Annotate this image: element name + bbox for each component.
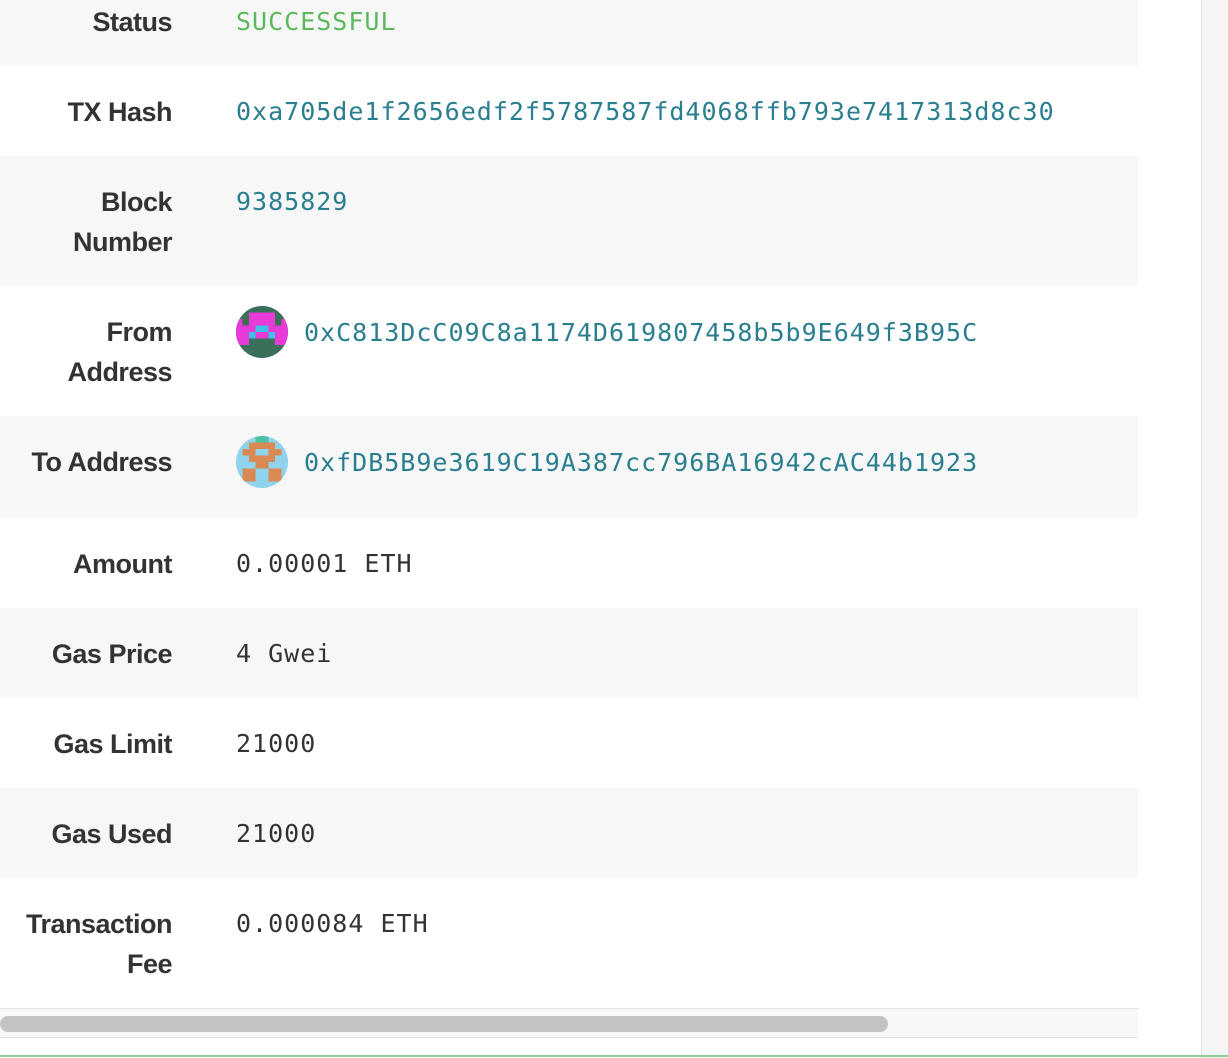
tx-hash-link[interactable]: 0xa705de1f2656edf2f5787587fd4068ffb793e7… — [236, 92, 1055, 132]
gas-used-row: Gas Used 21000 — [0, 788, 1138, 878]
block-number-label-line1: Block — [100, 187, 173, 217]
gas-used-label: Gas Used — [51, 819, 172, 849]
gas-limit-label: Gas Limit — [53, 729, 172, 759]
from-address-link[interactable]: 0xC813DcC09C8a1174D619807458b5b9E649f3B9… — [304, 318, 978, 347]
transaction-fee-label-line1: Transaction — [25, 909, 173, 939]
from-address-row: From Address 0xC813DcC09C8a1174D61980745… — [0, 286, 1138, 416]
gas-limit-value: 21000 — [236, 729, 317, 758]
amount-label: Amount — [73, 549, 172, 579]
horizontal-scrollbar[interactable] — [0, 1008, 1138, 1038]
block-number-link[interactable]: 9385829 — [236, 182, 348, 222]
amount-value: 0.00001 ETH — [236, 549, 413, 578]
status-value: SUCCESSFUL — [236, 7, 397, 36]
transaction-fee-row: Transaction Fee 0.000084 ETH — [0, 878, 1138, 1008]
gas-price-value: 4 Gwei — [236, 639, 333, 668]
to-address-label: To Address — [31, 447, 172, 477]
gas-used-value: 21000 — [236, 819, 317, 848]
to-address-group[interactable]: 0xfDB5B9e3619C19A387cc796BA16942cAC44b19… — [236, 436, 978, 488]
to-address-row: To Address 0xfDB5B9e3619C19A387cc796BA16… — [0, 416, 1138, 518]
from-address-label-line1: From — [106, 317, 173, 347]
identicon-avatar-to — [236, 436, 288, 488]
transaction-fee-value: 0.000084 ETH — [236, 909, 429, 938]
block-number-row: Block Number 9385829 — [0, 156, 1138, 286]
status-label: Status — [92, 7, 172, 37]
gas-limit-row: Gas Limit 21000 — [0, 698, 1138, 788]
section-divider — [0, 1055, 1228, 1057]
transaction-fee-label-line2: Fee — [126, 949, 173, 979]
gas-price-row: Gas Price 4 Gwei — [0, 608, 1138, 698]
from-address-group[interactable]: 0xC813DcC09C8a1174D619807458b5b9E649f3B9… — [236, 306, 978, 358]
gas-price-label: Gas Price — [51, 639, 173, 669]
transaction-details-panel: Status SUCCESSFUL TX Hash 0xa705de1f2656… — [0, 0, 1138, 1058]
identicon-avatar-from — [236, 306, 288, 358]
scrollbar-thumb[interactable] — [0, 1016, 888, 1032]
vertical-scrollbar[interactable] — [1201, 0, 1228, 1058]
to-address-link[interactable]: 0xfDB5B9e3619C19A387cc796BA16942cAC44b19… — [304, 448, 978, 477]
tx-hash-label: TX Hash — [67, 97, 172, 127]
status-row: Status SUCCESSFUL — [0, 0, 1138, 66]
from-address-label-line2: Address — [67, 357, 172, 387]
amount-row: Amount 0.00001 ETH — [0, 518, 1138, 608]
content-gutter — [1138, 0, 1201, 1058]
block-number-label-line2: Number — [72, 227, 173, 257]
tx-hash-row: TX Hash 0xa705de1f2656edf2f5787587fd4068… — [0, 66, 1138, 156]
